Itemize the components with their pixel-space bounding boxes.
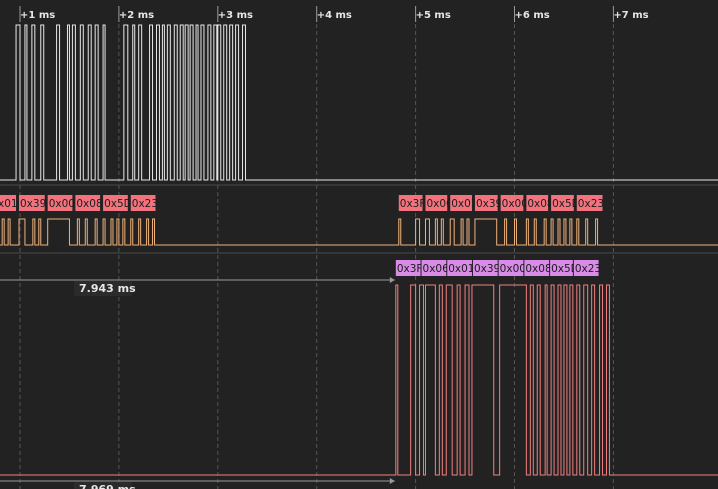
measurement-arrow-icon — [389, 478, 395, 484]
decoded-byte-label: 0x39 — [20, 198, 46, 210]
channel-2-signal[interactable] — [0, 218, 718, 246]
decoded-byte-label: 0x5D — [104, 198, 132, 210]
channel-3-annotations[interactable]: 0x3F 0x06 0x01 0x39 0x00 0x08 0x5D0x23 — [395, 260, 601, 276]
decoded-byte-label: 0x06 — [426, 198, 453, 210]
decoded-byte-label: 0x01 — [451, 198, 477, 210]
decoded-byte-label: 0x5D — [552, 198, 580, 210]
decoded-byte-label: 0x01 — [0, 198, 18, 210]
decoded-byte-label: 0x06 — [423, 263, 450, 275]
measurements[interactable]: 7.943 ms 7.969 ms — [0, 277, 395, 489]
decoded-byte-label: 0x39 — [476, 198, 502, 210]
decoded-byte-label: 0x39 — [474, 263, 500, 275]
measurement-label: 7.969 ms — [79, 483, 136, 489]
decoded-byte-label: 0x00 — [49, 198, 75, 210]
measurement-label: 7.943 ms — [79, 282, 136, 295]
decoded-byte-label: 0x23 — [132, 198, 158, 210]
channel-1-signal[interactable] — [0, 24, 718, 181]
time-grid — [19, 24, 614, 489]
ruler-tick-label: +7 ms — [613, 10, 648, 21]
time-ruler[interactable]: +1 ms +2 ms +3 ms +4 ms +5 ms +6 ms +7 ms — [19, 6, 649, 22]
decoded-byte-label: 0x00 — [502, 198, 528, 210]
channel-3-signal[interactable] — [0, 284, 718, 476]
ruler-tick-label: +5 ms — [416, 10, 451, 21]
channel-1-waveform[interactable] — [0, 24, 718, 181]
channel-1-annotations[interactable]: 0x3F0x060x010x390x000x080x5D0x230x3F0x06… — [0, 195, 604, 211]
decoded-byte-label: 0x3F — [397, 263, 423, 275]
decoded-byte-label: 0x23 — [575, 263, 601, 275]
ruler-tick-label: +2 ms — [119, 10, 154, 21]
decoded-byte-label: 0x01 — [448, 263, 474, 275]
decoded-byte-label: 0x08 — [525, 263, 551, 275]
decoded-byte-label: 0x23 — [578, 198, 604, 210]
decoded-byte-label: 0x08 — [527, 198, 553, 210]
logic-analyzer-view[interactable]: +1 ms +2 ms +3 ms +4 ms +5 ms +6 ms +7 ms 0x3F… — [0, 0, 718, 489]
ruler-tick-label: +1 ms — [20, 10, 55, 21]
ruler-tick-label: +6 ms — [515, 10, 550, 21]
channel-3-waveform[interactable] — [0, 284, 718, 476]
decoded-byte-label: 0x08 — [76, 198, 102, 210]
measurement-arrow-icon — [389, 277, 395, 283]
channel-2-waveform[interactable] — [0, 218, 718, 246]
decoded-byte-label: 0x00 — [500, 263, 526, 275]
ruler-tick-label: +3 ms — [218, 10, 253, 21]
ruler-tick-label: +4 ms — [317, 10, 352, 21]
decoded-byte-label: 0x3F — [400, 198, 426, 210]
